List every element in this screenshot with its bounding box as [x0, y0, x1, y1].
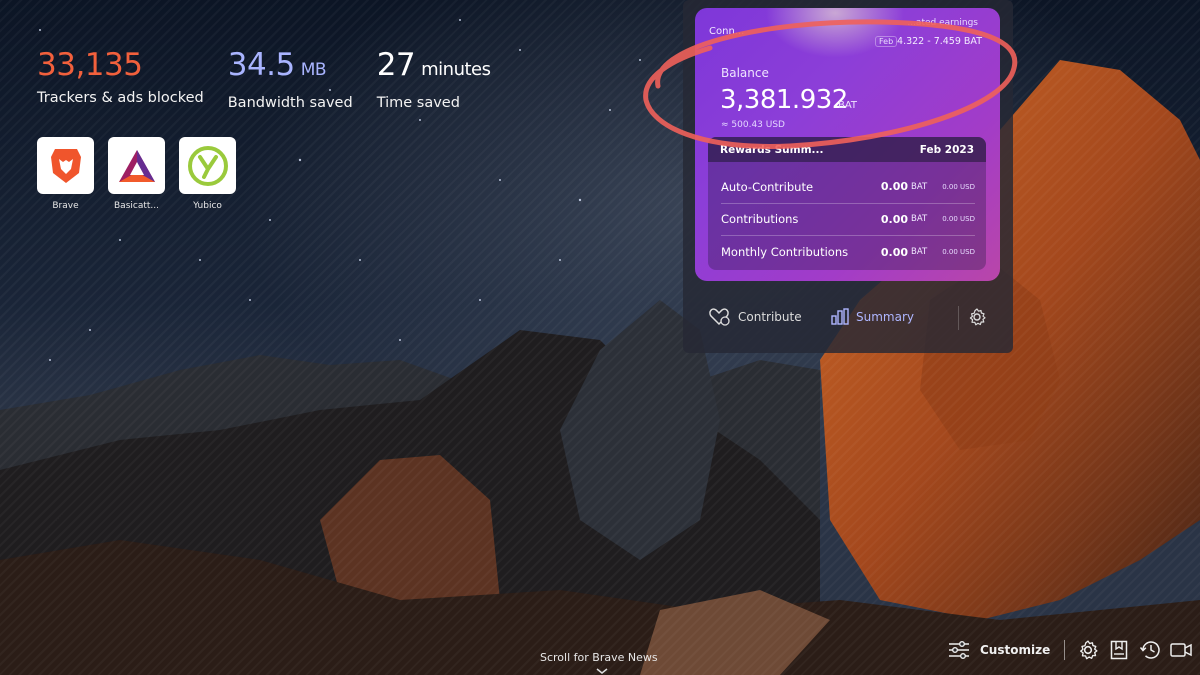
rewards-actions: Contribute Summary	[683, 294, 1013, 342]
gear-icon	[969, 308, 986, 326]
top-site-yubico[interactable]: Yubico	[179, 137, 236, 211]
estimated-month-badge: Feb	[875, 36, 898, 47]
row-usd: 0.00 USD	[942, 248, 975, 257]
balance-value: 3,381.932	[720, 85, 848, 115]
tile-icon-box[interactable]	[37, 137, 94, 194]
summary-header: Rewards Summ... Feb 2023	[708, 137, 986, 162]
estimated-earnings-label: ...ated earnings	[907, 18, 978, 28]
row-unit: BAT	[911, 214, 928, 225]
row-unit: BAT	[911, 181, 928, 192]
time-number: 27	[376, 47, 416, 83]
summary-title: Rewards Summ...	[720, 143, 824, 156]
row-label: Monthly Contributions	[721, 245, 849, 260]
balance-usd: ≈ 500.43 USD	[721, 120, 785, 130]
bar-chart-icon	[831, 308, 849, 325]
connected-label: Conn...	[709, 26, 745, 37]
summary-row-monthly-contributions: Monthly Contributions 0.00 BAT 0.00 USD	[721, 236, 975, 269]
panel-glow	[765, 8, 905, 58]
history-button[interactable]	[1139, 639, 1161, 661]
summary-button[interactable]: Summary	[831, 308, 914, 325]
summary-row-auto-contribute: Auto-Contribute 0.00 BAT 0.00 USD	[721, 171, 975, 204]
row-label: Auto-Contribute	[721, 179, 814, 194]
trackers-label: Trackers & ads blocked	[37, 90, 204, 106]
actions-divider	[958, 306, 959, 330]
bandwidth-label: Bandwidth saved	[227, 95, 353, 111]
toolbar-divider	[1064, 640, 1066, 660]
contribute-button[interactable]: Contribute	[709, 308, 802, 326]
top-site-basicattention[interactable]: Basicatt...	[108, 137, 165, 211]
rewards-settings-button[interactable]	[968, 308, 986, 326]
brave-lion-icon	[50, 148, 81, 183]
row-amount: 0.00	[880, 212, 908, 226]
top-site-brave[interactable]: Brave	[37, 137, 94, 211]
top-site-label[interactable]: Yubico	[179, 201, 236, 211]
customize-label[interactable]: Customize	[980, 643, 1050, 657]
video-icon	[1170, 643, 1192, 657]
settings-button[interactable]	[1077, 639, 1099, 661]
contribute-label[interactable]: Contribute	[738, 310, 802, 324]
yubico-icon	[187, 145, 228, 186]
row-label: Contributions	[721, 212, 799, 227]
bat-triangle-icon	[118, 149, 155, 182]
row-amount: 0.00	[880, 180, 908, 194]
customize-button[interactable]: Customize	[948, 640, 1050, 660]
bandwidth-value: 34.5 MB	[228, 46, 353, 89]
tile-icon-box[interactable]	[179, 137, 236, 194]
sliders-icon	[949, 641, 969, 659]
summary-row-contributions: Contributions 0.00 BAT 0.00 USD	[721, 204, 975, 236]
time-unit: minutes	[421, 59, 491, 80]
summary-label[interactable]: Summary	[856, 310, 914, 324]
time-label: Time saved	[376, 95, 460, 111]
top-site-label[interactable]: Brave	[37, 201, 94, 211]
summary-rows: Auto-Contribute 0.00 BAT 0.00 USD Contri…	[721, 171, 975, 269]
row-usd: 0.00 USD	[942, 182, 975, 191]
bandwidth-number: 34.5	[227, 47, 296, 83]
bottom-toolbar: Customize	[948, 637, 1200, 663]
summary-month: Feb 2023	[919, 143, 974, 156]
scroll-for-news[interactable]: Scroll for Brave News	[540, 651, 658, 664]
time-stat: 27 minutes Time saved	[377, 46, 491, 111]
rewards-summary: Rewards Summ... Feb 2023 Auto-Contribute…	[708, 137, 986, 270]
balance-unit: BAT	[838, 100, 858, 111]
bandwidth-unit: MB	[300, 60, 327, 80]
bandwidth-stat: 34.5 MB Bandwidth saved	[228, 46, 353, 111]
trackers-stat: 33,135 Trackers & ads blocked	[37, 46, 204, 111]
stats-widget: 33,135 Trackers & ads blocked 34.5 MB Ban…	[37, 46, 515, 111]
settings-icon	[1080, 640, 1098, 660]
time-value: 27 minutes	[377, 46, 491, 89]
row-unit: BAT	[911, 247, 928, 258]
estimated-earnings-range: 4.322 - 7.459 BAT	[897, 36, 982, 47]
brave-rewards-card: Conn... ...ated earnings Feb 4.322 - 7.4…	[683, 0, 1013, 353]
bookmarks-icon	[1110, 640, 1128, 660]
row-usd: 0.00 USD	[942, 215, 975, 224]
rewards-balance-panel: Conn... ...ated earnings Feb 4.322 - 7.4…	[695, 8, 1000, 281]
video-button[interactable]	[1170, 639, 1192, 661]
tile-icon-box[interactable]	[108, 137, 165, 194]
top-sites: Brave Basicatt... Yubico	[37, 137, 236, 211]
top-site-label[interactable]: Basicatt...	[108, 201, 165, 211]
bookmarks-button[interactable]	[1108, 639, 1130, 661]
balance-label: Balance	[721, 66, 769, 80]
history-icon	[1140, 641, 1160, 659]
row-amount: 0.00	[880, 245, 908, 259]
heart-coin-icon	[709, 308, 730, 326]
chevron-down-icon	[596, 668, 608, 674]
trackers-count: 33,135	[37, 47, 143, 83]
